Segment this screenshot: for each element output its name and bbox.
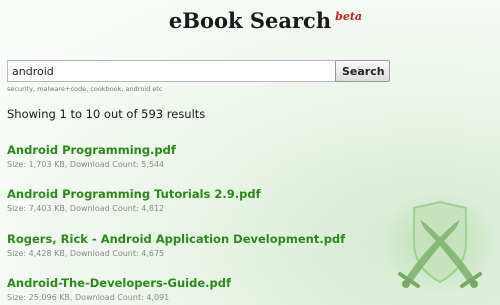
result-item: Rogers, Rick - Android Application Devel…: [7, 232, 345, 258]
page-title: eBook Search beta: [168, 8, 362, 33]
result-link[interactable]: Rogers, Rick - Android Application Devel…: [7, 232, 345, 246]
result-meta: Size: 25,096 KB, Download Count: 4,091: [7, 293, 170, 302]
result-item: Android Programming Tutorials 2.9.pdf Si…: [7, 187, 261, 213]
shield-crossed-swords-icon: [384, 190, 496, 294]
result-item: Android-The-Developers-Guide.pdf Size: 2…: [7, 276, 231, 302]
result-link[interactable]: Android-The-Developers-Guide.pdf: [7, 276, 231, 290]
result-item: Android Programming.pdf Size: 1,703 KB, …: [7, 143, 176, 169]
beta-badge: beta: [335, 10, 363, 23]
page-title-text: eBook Search: [168, 8, 332, 33]
search-input[interactable]: [7, 60, 336, 82]
search-hint: security, malware+code, cookbook, androi…: [7, 85, 163, 93]
result-meta: Size: 4,428 KB, Download Count: 4,675: [7, 249, 165, 258]
header: eBook Search beta: [0, 8, 500, 33]
result-meta: Size: 7,403 KB, Download Count: 4,812: [7, 204, 165, 213]
search-button[interactable]: Search: [335, 60, 390, 82]
result-link[interactable]: Android Programming Tutorials 2.9.pdf: [7, 187, 261, 201]
result-link[interactable]: Android Programming.pdf: [7, 143, 176, 157]
result-meta: Size: 1,703 KB, Download Count: 5,544: [7, 160, 165, 169]
results-summary: Showing 1 to 10 out of 593 results: [7, 107, 206, 121]
